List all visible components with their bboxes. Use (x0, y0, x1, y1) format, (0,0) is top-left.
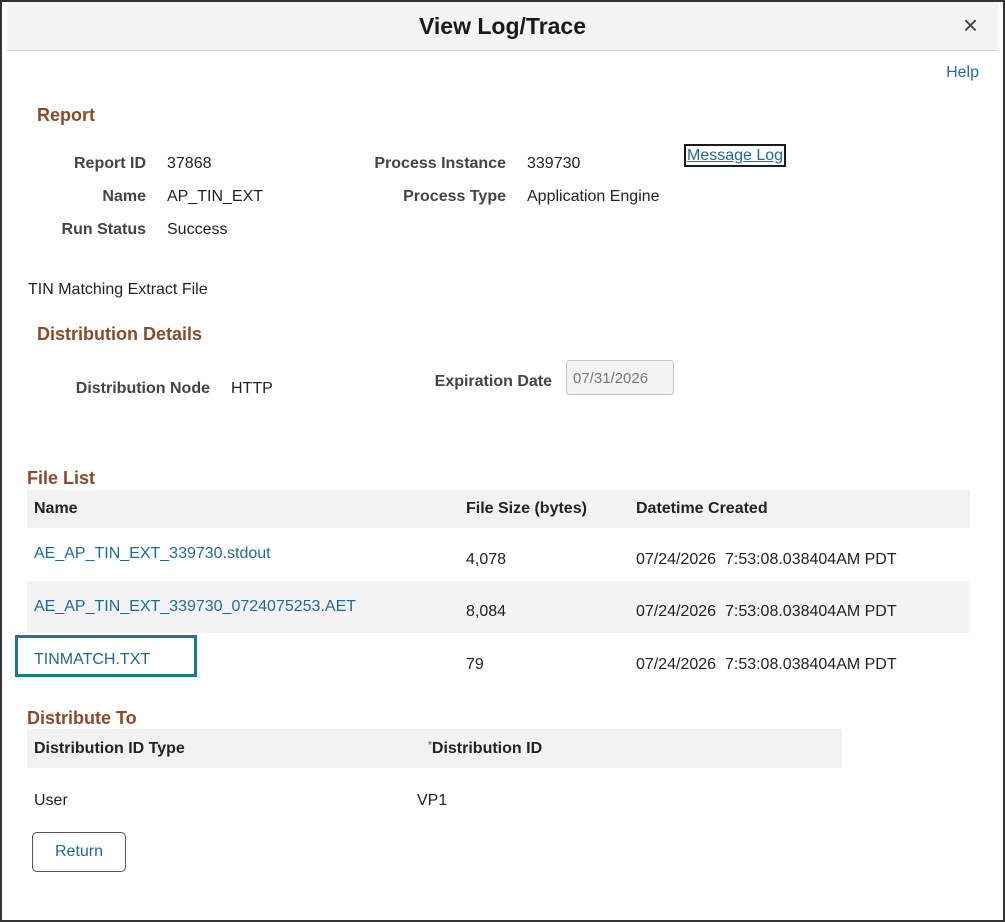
file-list-header-row: Name File Size (bytes) Datetime Created (27, 490, 970, 528)
column-header-distribution-id-label: Distribution ID (431, 740, 543, 757)
process-instance-label: Process Instance (374, 155, 506, 172)
process-type-value: Application Engine (527, 188, 660, 205)
distribution-details-heading: Distribution Details (37, 324, 203, 344)
close-icon[interactable]: × (963, 12, 978, 38)
file-size: 79 (466, 656, 484, 673)
name-label: Name (102, 188, 146, 205)
table-row: User VP1 (27, 769, 842, 819)
table-row: AE_AP_TIN_EXT_339730_0724075253.AET 8,08… (27, 581, 970, 633)
column-header-name: Name (34, 500, 78, 517)
expiration-date-label: Expiration Date (434, 373, 552, 390)
run-status-label: Run Status (61, 221, 146, 238)
file-list-heading: File List (27, 468, 96, 488)
table-row: AE_AP_TIN_EXT_339730.stdout 4,078 07/24/… (27, 529, 970, 581)
distribute-to-header-row: Distribution ID Type *Distribution ID (27, 729, 842, 768)
report-id-value: 37868 (167, 155, 212, 172)
distribute-to-heading: Distribute To (27, 708, 137, 728)
distribution-id-value: VP1 (417, 792, 448, 809)
expiration-date-field: 07/31/2026 (566, 360, 674, 395)
log-trace-dialog: View Log/Trace × Help Report Report ID 3… (0, 0, 1005, 922)
file-link[interactable]: AE_AP_TIN_EXT_339730_0724075253.AET (34, 598, 356, 616)
file-datetime: 07/24/2026 7:53:08.038404AM PDT (636, 551, 897, 568)
dialog-title: View Log/Trace (418, 13, 587, 39)
distribution-node-value: HTTP (231, 380, 273, 397)
process-type-label: Process Type (403, 188, 506, 205)
distribution-node-label: Distribution Node (75, 380, 210, 397)
file-datetime: 07/24/2026 7:53:08.038404AM PDT (636, 656, 897, 673)
column-header-distribution-id-type: Distribution ID Type (34, 740, 185, 757)
file-size: 4,078 (466, 551, 507, 568)
run-status-value: Success (167, 221, 228, 238)
return-button[interactable]: Return (32, 832, 126, 872)
message-log-link[interactable]: Message Log (684, 144, 787, 167)
name-value: AP_TIN_EXT (167, 188, 264, 205)
report-description: TIN Matching Extract File (28, 281, 208, 298)
distribution-id-type-value: User (34, 792, 68, 809)
file-datetime: 07/24/2026 7:53:08.038404AM PDT (636, 603, 897, 620)
file-link[interactable]: AE_AP_TIN_EXT_339730.stdout (34, 545, 271, 563)
report-id-label: Report ID (74, 155, 146, 172)
focus-outline (15, 635, 197, 677)
process-instance-value: 339730 (527, 155, 581, 172)
help-link[interactable]: Help (946, 64, 979, 82)
report-heading: Report (37, 105, 95, 125)
column-header-datetime: Datetime Created (636, 500, 768, 517)
file-size: 8,084 (466, 603, 507, 620)
column-header-file-size: File Size (bytes) (466, 500, 587, 517)
dialog-title-bar: View Log/Trace × (7, 2, 998, 51)
column-header-distribution-id: *Distribution ID (428, 740, 542, 758)
